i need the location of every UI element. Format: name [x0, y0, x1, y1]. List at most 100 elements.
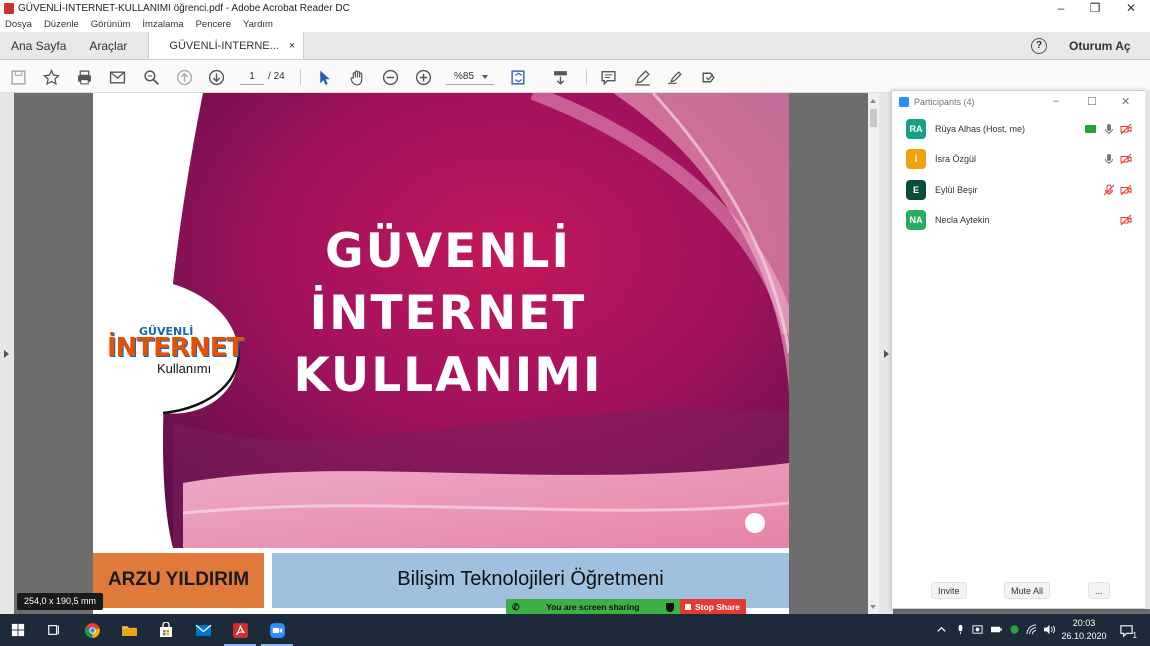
scroll-down-icon[interactable] — [870, 605, 876, 612]
close-button[interactable]: ✕ — [1114, 0, 1148, 17]
panel-minimize-button[interactable]: – — [1053, 95, 1059, 107]
cover-title-line: KULLANIMI — [293, 348, 603, 403]
logo-sub-text: Kullanımı — [157, 361, 212, 376]
toolbar-divider — [300, 69, 301, 85]
minimize-button[interactable]: – — [1044, 0, 1078, 17]
scrollbar-thumb[interactable] — [870, 109, 877, 127]
tray-wifi-icon[interactable] — [1026, 624, 1037, 636]
signin-button[interactable]: Oturum Aç — [1069, 39, 1131, 53]
tray-microphone-icon[interactable] — [955, 624, 966, 636]
zoom-taskbar-icon[interactable] — [261, 620, 293, 646]
tray-volume-icon[interactable] — [1043, 624, 1056, 636]
cover-title-line: GÜVENLİ — [325, 224, 571, 279]
zoom-search-icon[interactable] — [141, 67, 161, 87]
notification-count: 1 — [1132, 631, 1137, 640]
microphone-icon[interactable] — [1103, 123, 1115, 135]
video-off-icon[interactable] — [1120, 153, 1132, 165]
tab-home[interactable]: Ana Sayfa — [0, 32, 77, 59]
zoom-level-dropdown[interactable]: %85 — [446, 68, 494, 85]
tray-overflow-icon[interactable] — [936, 624, 947, 636]
shield-icon — [666, 602, 674, 612]
scroll-up-icon[interactable] — [870, 96, 876, 103]
clock-date: 26.10.2020 — [1061, 631, 1107, 641]
mute-all-button[interactable]: Mute All — [1004, 582, 1051, 599]
zoom-out-icon[interactable] — [380, 67, 400, 87]
participant-row[interactable]: NA Necla Aytekin — [892, 206, 1145, 236]
video-off-icon[interactable] — [1120, 184, 1132, 196]
fit-page-icon[interactable] — [508, 67, 528, 87]
select-cursor-icon[interactable] — [314, 67, 334, 87]
menu-gorunum[interactable]: Görünüm — [91, 19, 131, 30]
cover-title-line: İNTERNET — [309, 286, 587, 341]
next-page-icon[interactable] — [206, 67, 226, 87]
tray-camera-icon[interactable] — [972, 624, 983, 636]
hand-tool-icon[interactable] — [347, 67, 367, 87]
sharing-status: ✆ You are screen sharing — [506, 599, 680, 615]
sharing-status-text: You are screen sharing — [546, 602, 640, 612]
microphone-icon[interactable] — [1103, 153, 1115, 165]
file-explorer-icon[interactable] — [119, 620, 139, 640]
menu-duzenle[interactable]: Düzenle — [44, 19, 79, 30]
highlight-pen-icon[interactable] — [632, 67, 652, 87]
tab-document[interactable]: GÜVENLİ-INTERNE... × — [148, 32, 305, 59]
save-icon[interactable] — [8, 67, 28, 87]
tab-document-label: GÜVENLİ-INTERNE... — [169, 39, 279, 52]
menu-yardim[interactable]: Yardım — [243, 19, 273, 30]
comment-icon[interactable] — [598, 67, 618, 87]
tab-tools[interactable]: Araçlar — [77, 32, 138, 59]
print-icon[interactable] — [74, 67, 94, 87]
tray-battery-icon[interactable] — [990, 624, 1003, 636]
tray-security-icon[interactable] — [1009, 624, 1020, 636]
cover-title: GÜVENLİ İNTERNET KULLANIMI — [233, 221, 663, 407]
zoom-in-icon[interactable] — [413, 67, 433, 87]
chrome-icon[interactable] — [82, 620, 102, 640]
store-icon[interactable] — [156, 620, 176, 640]
menu-pencere[interactable]: Pencere — [196, 19, 231, 30]
panel-maximize-button[interactable]: ☐ — [1087, 95, 1097, 108]
participant-row[interactable]: İ İsra Özgül — [892, 145, 1145, 175]
document-scrollbar[interactable] — [868, 93, 879, 614]
avatar: E — [906, 180, 926, 200]
zoom-logo-icon — [899, 97, 909, 107]
participants-title: Participants (4) — [914, 97, 975, 107]
acrobat-taskbar-icon[interactable] — [224, 620, 256, 646]
email-icon[interactable] — [107, 67, 127, 87]
page-number-input[interactable]: 1 — [240, 68, 264, 85]
scroll-mode-icon[interactable] — [550, 67, 570, 87]
previous-page-icon[interactable] — [174, 67, 194, 87]
invite-button[interactable]: Invite — [931, 582, 967, 599]
page-size-tooltip: 254,0 x 190,5 mm — [17, 593, 104, 610]
avatar: NA — [906, 210, 926, 230]
clock-time: 20:03 — [1072, 618, 1096, 628]
screen-share-bar: ✆ You are screen sharing Stop Share — [506, 599, 746, 615]
mail-icon[interactable] — [193, 620, 213, 640]
video-off-icon[interactable] — [1120, 123, 1132, 135]
taskbar-clock[interactable]: 20:03 26.10.2020 — [1061, 617, 1107, 643]
stop-icon — [685, 604, 691, 610]
panel-scrollbar[interactable] — [1145, 90, 1150, 609]
guvenli-internet-logo: GÜVENLİ İNTERNET Kullanımı — [105, 323, 244, 383]
task-view-icon[interactable] — [44, 620, 64, 640]
tab-close-icon[interactable]: × — [289, 40, 295, 52]
more-options-button[interactable]: ... — [1088, 582, 1110, 599]
restore-button[interactable]: ❐ — [1078, 0, 1112, 17]
participant-row[interactable]: E Eylül Beşir — [892, 176, 1145, 206]
notification-center-icon[interactable]: 1 — [1116, 620, 1137, 640]
video-off-icon[interactable] — [1120, 214, 1132, 226]
menu-dosya[interactable]: Dosya — [5, 19, 32, 30]
windows-start-icon[interactable] — [8, 620, 28, 640]
microphone-muted-icon[interactable] — [1103, 184, 1115, 196]
participant-row[interactable]: RA Rüya Alhas (Host, me) — [892, 115, 1145, 145]
panel-close-button[interactable]: ✕ — [1121, 95, 1130, 108]
stop-share-button[interactable]: Stop Share — [680, 599, 746, 615]
participants-panel: Participants (4) – ☐ ✕ RA Rüya Alhas (Ho… — [891, 90, 1146, 609]
expand-left-icon[interactable] — [4, 350, 13, 358]
menu-imzalama[interactable]: İmzalama — [142, 19, 183, 30]
sign-icon[interactable] — [698, 67, 718, 87]
participant-name: Eylül Beşir — [935, 185, 978, 195]
help-icon[interactable]: ? — [1031, 38, 1047, 54]
avatar: İ — [906, 149, 926, 169]
participants-header: Participants (4) — [899, 97, 975, 107]
bookmark-star-icon[interactable] — [41, 67, 61, 87]
draw-icon[interactable] — [665, 67, 685, 87]
